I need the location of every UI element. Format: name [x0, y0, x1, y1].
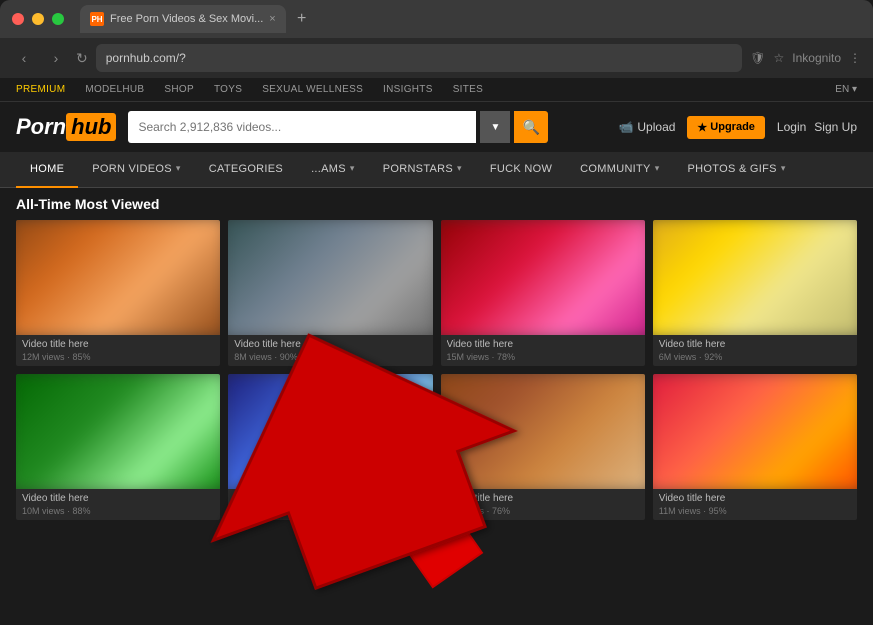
- refresh-button[interactable]: ↻: [76, 50, 88, 67]
- header-actions: 📹 Upload ★ Upgrade Login Sign Up: [618, 116, 857, 139]
- video-title: Video title here: [234, 493, 426, 504]
- upgrade-button[interactable]: ★ Upgrade: [687, 116, 765, 139]
- video-meta: 15M views · 78%: [447, 352, 639, 362]
- star-icon: ★: [697, 121, 707, 134]
- video-meta: 10M views · 88%: [22, 506, 214, 516]
- address-bar: ‹ › ↻ pornhub.com/? 🛡 ☆ Inkognito ⋮: [0, 38, 873, 78]
- video-meta: 12M views · 85%: [22, 352, 214, 362]
- logo-text-hub: hub: [66, 113, 116, 141]
- list-item[interactable]: Video title here 10M views · 88%: [16, 374, 220, 520]
- maximize-button[interactable]: [52, 13, 64, 25]
- search-input[interactable]: [128, 111, 476, 143]
- active-tab[interactable]: PH Free Porn Videos & Sex Movi... ×: [80, 5, 286, 33]
- video-title: Video title here: [659, 339, 851, 350]
- nav-community[interactable]: COMMUNITY ▾: [566, 152, 673, 188]
- video-meta: 8M views · 90%: [234, 352, 426, 362]
- signup-link[interactable]: Sign Up: [814, 120, 857, 134]
- nav-fuck-now[interactable]: FUCK NOW: [476, 152, 566, 188]
- nav-categories[interactable]: CATEGORIES: [195, 152, 297, 188]
- top-nav-wellness[interactable]: SEXUAL WELLNESS: [262, 84, 363, 95]
- video-meta: 6M views · 92%: [659, 352, 851, 362]
- nav-home[interactable]: HOME: [16, 152, 78, 188]
- tab-bar: PH Free Porn Videos & Sex Movi... × +: [80, 5, 861, 33]
- url-text: pornhub.com/?: [106, 51, 733, 65]
- camera-icon: 📹: [618, 120, 633, 134]
- incognito-label: Inkognito: [792, 51, 841, 65]
- top-nav: PREMIUM MODELHUB SHOP TOYS SEXUAL WELLNE…: [0, 78, 873, 102]
- auth-links: Login Sign Up: [777, 120, 857, 134]
- section-title: All-Time Most Viewed: [16, 196, 857, 212]
- search-button[interactable]: 🔍: [514, 111, 548, 143]
- chevron-down-icon: ▾: [781, 163, 786, 174]
- top-nav-shop[interactable]: SHOP: [164, 84, 194, 95]
- chevron-down-icon: ▾: [350, 163, 355, 174]
- shield-icon: 🛡: [750, 51, 765, 65]
- address-actions: 🛡 ☆ Inkognito ⋮: [750, 51, 861, 65]
- video-title: Video title here: [22, 339, 214, 350]
- list-item[interactable]: Video title here 6M views · 92%: [653, 220, 857, 366]
- logo-text-porn: Porn: [16, 114, 66, 140]
- url-bar[interactable]: pornhub.com/?: [96, 44, 743, 72]
- title-bar: PH Free Porn Videos & Sex Movi... × +: [0, 0, 873, 38]
- search-container: ▼ 🔍: [128, 111, 548, 143]
- list-item[interactable]: Video title here 15M views · 78%: [441, 220, 645, 366]
- chevron-down-icon: ▾: [457, 163, 462, 174]
- list-item[interactable]: Video title here 7M views · 82%: [228, 374, 432, 520]
- list-item[interactable]: Video title here 9M views · 76%: [441, 374, 645, 520]
- video-meta: 7M views · 82%: [234, 506, 426, 516]
- close-button[interactable]: [12, 13, 24, 25]
- video-title: Video title here: [447, 339, 639, 350]
- top-nav-modelhub[interactable]: MODELHUB: [85, 84, 144, 95]
- site-wrapper: All-Time Most Viewed Video title here 12…: [0, 188, 873, 625]
- upgrade-label: Upgrade: [710, 121, 755, 133]
- nav-photos-gifs[interactable]: PHOTOS & GIFS ▾: [674, 152, 800, 188]
- tab-favicon: PH: [90, 12, 104, 26]
- top-nav-premium[interactable]: PREMIUM: [16, 84, 65, 95]
- video-title: Video title here: [447, 493, 639, 504]
- forward-button[interactable]: ›: [44, 50, 68, 66]
- upload-button[interactable]: 📹 Upload: [618, 120, 675, 134]
- video-meta: 11M views · 95%: [659, 506, 851, 516]
- video-grid: Video title here 12M views · 85% Video t…: [16, 220, 857, 520]
- nav-streams[interactable]: ...AMS ▾: [297, 152, 369, 188]
- tab-title: Free Porn Videos & Sex Movi...: [110, 13, 263, 25]
- top-nav-right: EN ▾: [835, 84, 857, 95]
- tab-close-button[interactable]: ×: [269, 13, 275, 25]
- secondary-nav: HOME PORN VIDEOS ▾ CATEGORIES ...AMS ▾ P…: [0, 152, 873, 188]
- upload-label: Upload: [637, 120, 675, 134]
- video-title: Video title here: [659, 493, 851, 504]
- language-selector[interactable]: EN ▾: [835, 84, 857, 95]
- nav-porn-videos[interactable]: PORN VIDEOS ▾: [78, 152, 195, 188]
- minimize-button[interactable]: [32, 13, 44, 25]
- nav-pornstars[interactable]: PORNSTARS ▾: [369, 152, 476, 188]
- chevron-down-icon: ▾: [176, 163, 181, 174]
- video-meta: 9M views · 76%: [447, 506, 639, 516]
- top-nav-insights[interactable]: INSIGHTS: [383, 84, 433, 95]
- search-icon: 🔍: [523, 119, 540, 136]
- top-nav-sites[interactable]: SITES: [453, 84, 483, 95]
- login-link[interactable]: Login: [777, 120, 806, 134]
- search-dropdown-button[interactable]: ▼: [480, 111, 510, 143]
- site-logo[interactable]: Porn hub: [16, 113, 116, 141]
- list-item[interactable]: Video title here 12M views · 85%: [16, 220, 220, 366]
- chevron-down-icon: ▾: [655, 163, 660, 174]
- main-header: Porn hub ▼ 🔍 📹 Upload ★ Upgrade: [0, 102, 873, 152]
- top-nav-toys[interactable]: TOYS: [214, 84, 242, 95]
- bookmark-icon[interactable]: ☆: [774, 51, 785, 65]
- video-title: Video title here: [22, 493, 214, 504]
- video-section: All-Time Most Viewed Video title here 12…: [0, 188, 873, 625]
- more-icon[interactable]: ⋮: [849, 51, 861, 65]
- list-item[interactable]: Video title here 11M views · 95%: [653, 374, 857, 520]
- site-content: PREMIUM MODELHUB SHOP TOYS SEXUAL WELLNE…: [0, 78, 873, 625]
- list-item[interactable]: Video title here 8M views · 90%: [228, 220, 432, 366]
- back-button[interactable]: ‹: [12, 50, 36, 66]
- traffic-lights: [12, 13, 64, 25]
- new-tab-button[interactable]: +: [290, 7, 314, 31]
- video-title: Video title here: [234, 339, 426, 350]
